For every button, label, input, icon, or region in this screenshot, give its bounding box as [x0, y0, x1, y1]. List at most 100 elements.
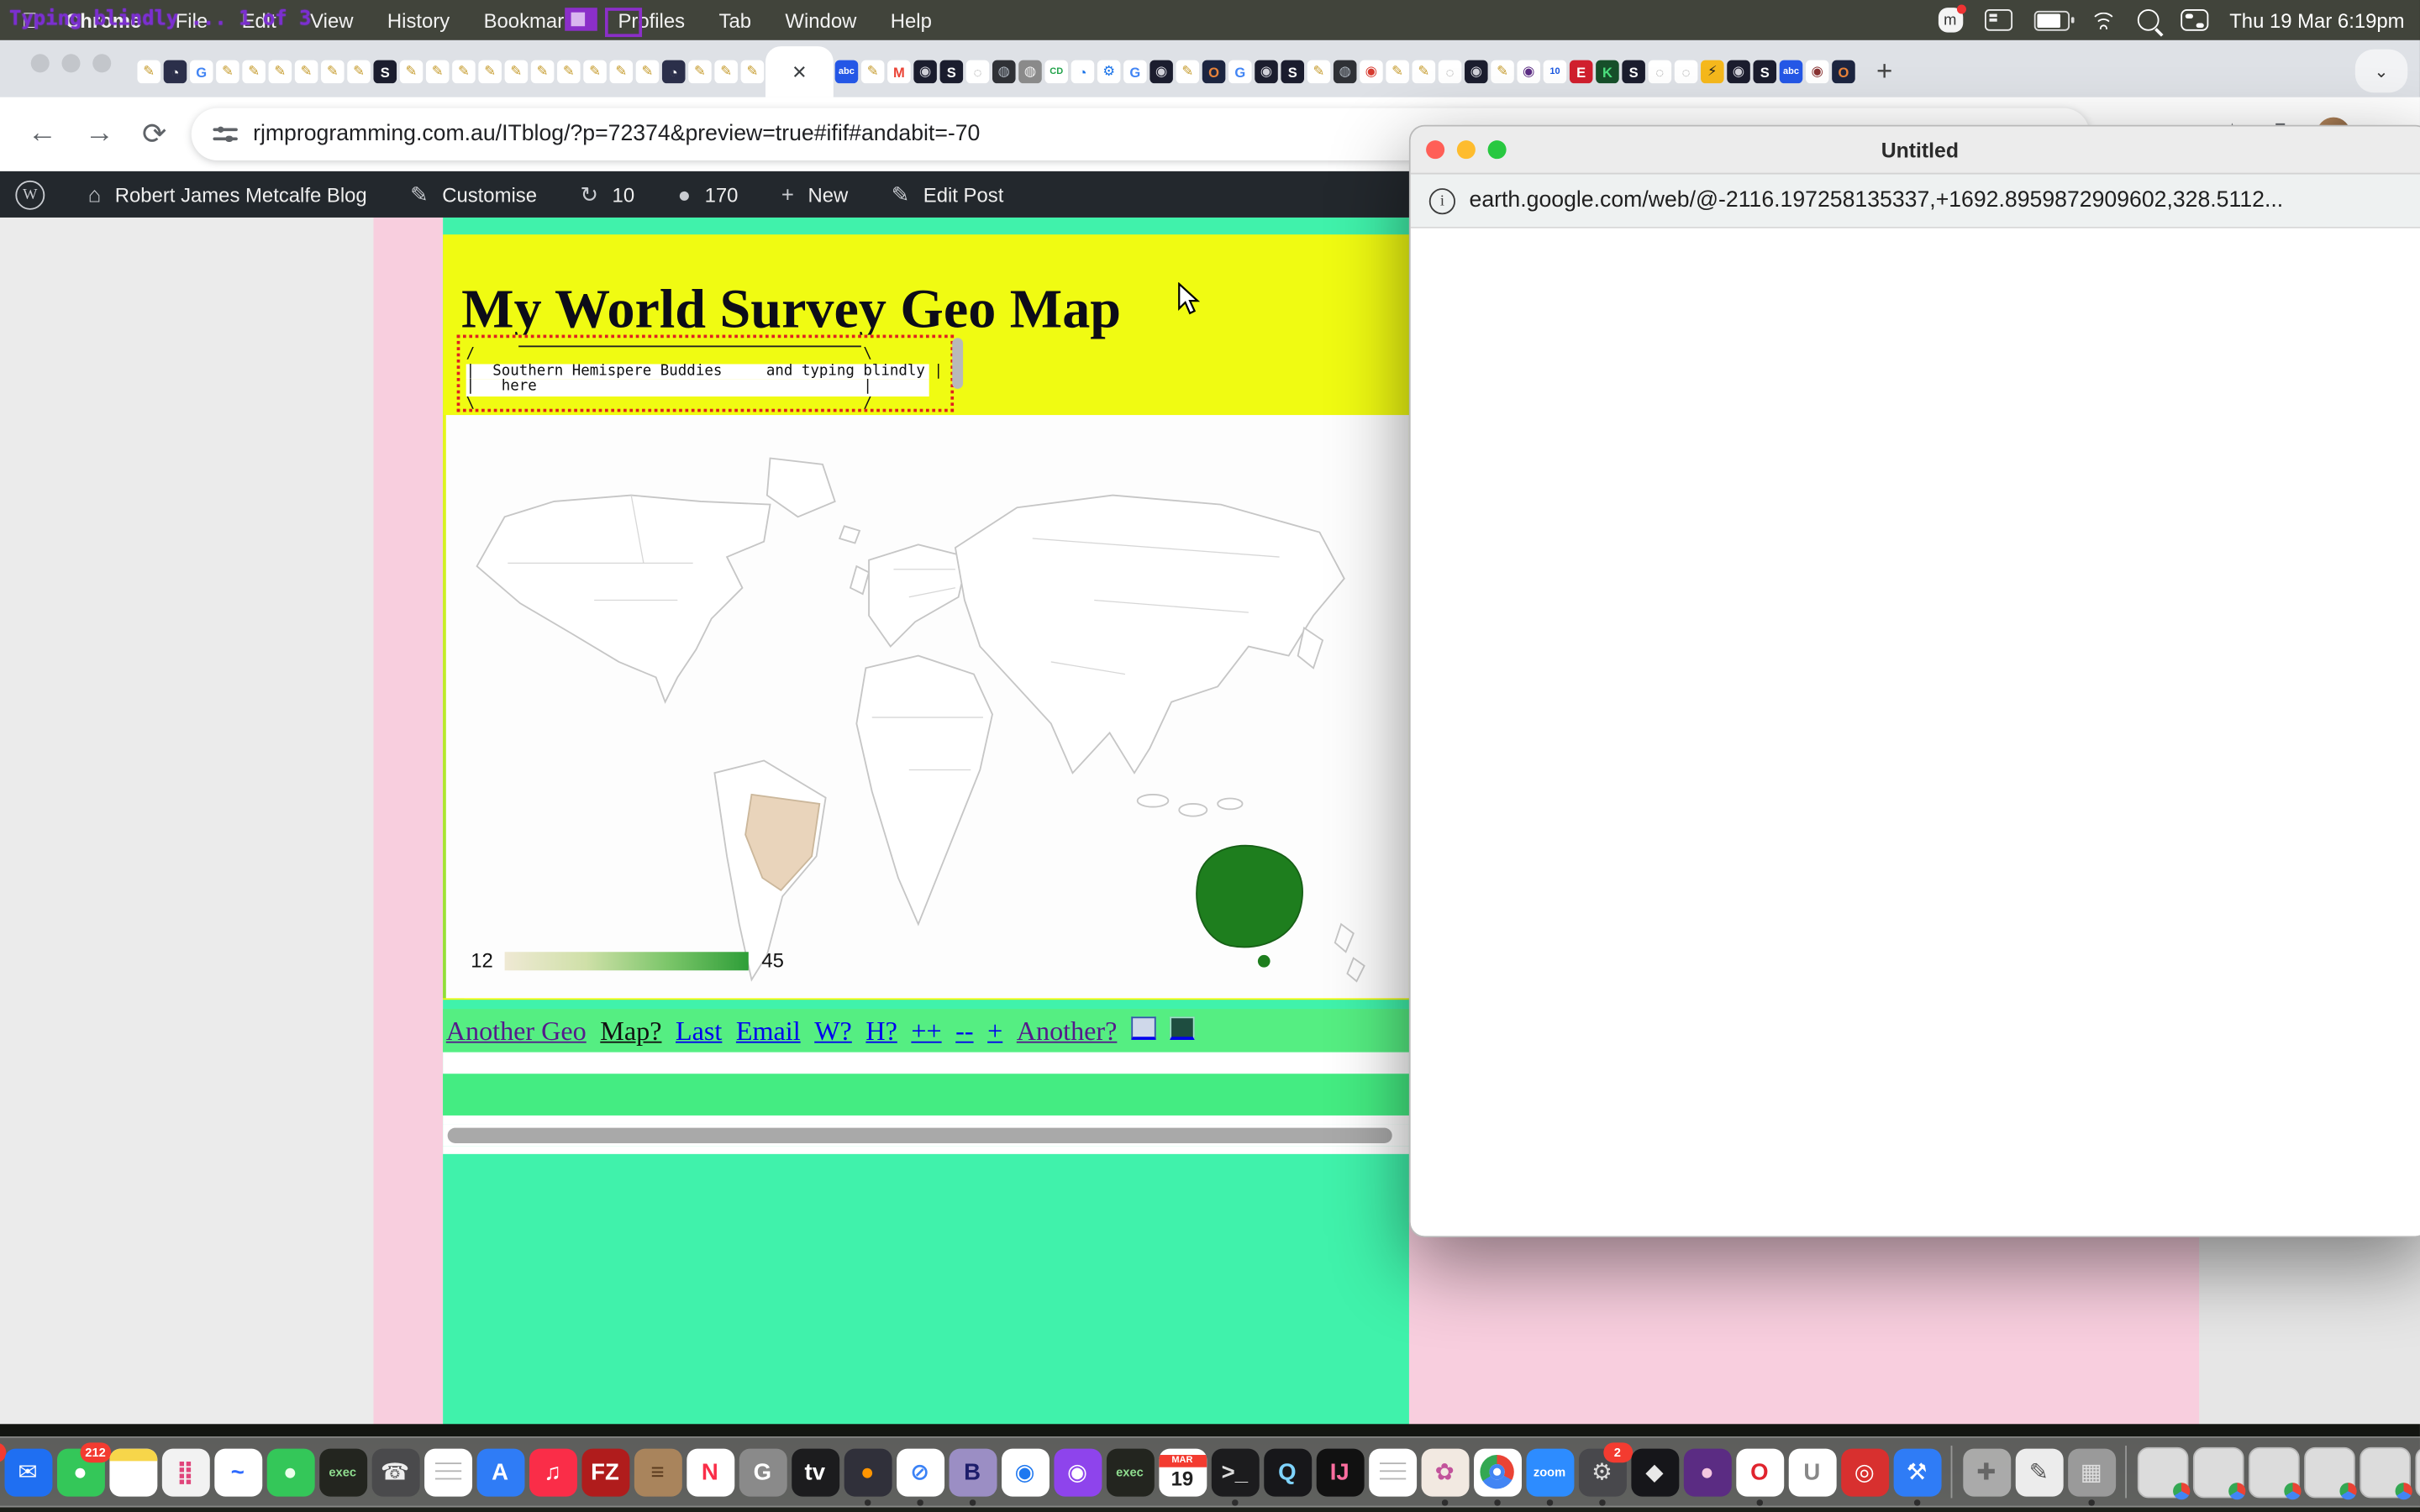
browser-tab[interactable]: ✎ — [450, 50, 476, 93]
dock-quicktime[interactable]: Q — [1263, 1448, 1311, 1496]
browser-tab[interactable]: S — [939, 50, 965, 93]
browser-tab[interactable]: ✎ — [1306, 50, 1332, 93]
dock-tooth-app[interactable]: U — [1788, 1448, 1836, 1496]
control-center-icon[interactable] — [2180, 9, 2207, 31]
dock-mail[interactable]: ✉ — [4, 1448, 52, 1496]
wordpress-logo-icon[interactable]: W — [15, 180, 45, 209]
browser-tab[interactable]: ◉ — [1253, 50, 1279, 93]
dock-minimized-window[interactable] — [2137, 1446, 2188, 1498]
minimize-button[interactable] — [1457, 140, 1476, 159]
browser-tab[interactable]: 10 — [1542, 50, 1568, 93]
browser-tab[interactable]: ◌ — [1673, 50, 1699, 93]
horizontal-scrollbar-track[interactable] — [443, 1125, 1409, 1147]
close-tab-icon[interactable]: ✕ — [792, 61, 807, 83]
browser-tab[interactable]: ✎ — [581, 50, 608, 93]
dock-xcode[interactable]: ⚒ — [1893, 1448, 1941, 1496]
dock-textedit[interactable] — [424, 1448, 471, 1496]
window-traffic-lights[interactable] — [31, 54, 112, 72]
browser-tab[interactable]: G — [1227, 50, 1253, 93]
browser-tab[interactable]: ✎ — [319, 50, 345, 93]
status-app-icon[interactable]: m — [1938, 8, 1962, 32]
dock-bbedit[interactable]: B — [949, 1448, 997, 1496]
wp-customise[interactable]: ✎ Customise — [392, 181, 537, 207]
untitled-traffic-lights[interactable] — [1426, 140, 1507, 159]
dock-blocked-app[interactable]: ⊘ — [896, 1448, 944, 1496]
browser-tab[interactable]: ✎ — [1411, 50, 1437, 93]
dock-minimized-window[interactable] — [2303, 1446, 2354, 1498]
browser-tab[interactable]: ◔ — [660, 50, 687, 93]
link-map[interactable]: Map? — [600, 1015, 661, 1047]
dock-red-badge-app[interactable]: ◎ — [1840, 1448, 1888, 1496]
dock-exec-terminal[interactable]: exec — [318, 1448, 366, 1496]
dock-firefox[interactable]: ● — [844, 1448, 892, 1496]
dock-calendar[interactable]: MAR19 — [1158, 1448, 1206, 1496]
browser-tab[interactable]: ⚙ — [1096, 50, 1122, 93]
browser-tab[interactable]: ✎ — [267, 50, 293, 93]
browser-tab[interactable]: ✎ — [1489, 50, 1515, 93]
menu-bar-clock[interactable]: Thu 19 Mar 6:19pm — [2229, 8, 2404, 32]
browser-tab[interactable]: ◍ — [991, 50, 1017, 93]
link-[interactable]: + — [987, 1015, 1002, 1047]
dock-apple-tv[interactable]: tv — [791, 1448, 839, 1496]
forward-button[interactable]: → — [85, 118, 114, 151]
battery-icon[interactable] — [2033, 10, 2069, 30]
browser-tab[interactable]: ◉ — [1149, 50, 1175, 93]
browser-tab[interactable]: ✎ — [424, 50, 450, 93]
browser-tab[interactable]: ◉ — [1516, 50, 1542, 93]
url-text[interactable]: rjmprogramming.com.au/ITblog/?p=72374&pr… — [253, 122, 980, 146]
geo-map[interactable] — [446, 415, 1409, 998]
dock-opera[interactable]: O — [1735, 1448, 1783, 1496]
browser-tab[interactable]: ◔ — [1070, 50, 1096, 93]
info-icon[interactable]: i — [1429, 187, 1455, 213]
browser-tab[interactable]: ⚡ — [1699, 50, 1725, 93]
dock-music[interactable]: ♫ — [529, 1448, 576, 1496]
browser-tab[interactable]: ✎ — [1385, 50, 1411, 93]
dock-app-store[interactable]: A — [476, 1448, 524, 1496]
browser-tab[interactable]: ✎ — [555, 50, 581, 93]
dock-photo-window[interactable]: ▦ — [2067, 1448, 2115, 1496]
dock-minimized-window[interactable] — [2359, 1446, 2410, 1498]
new-tab-button[interactable]: + — [1866, 53, 1903, 90]
dock-system-settings[interactable]: ⚙2 — [1578, 1448, 1626, 1496]
untitled-titlebar[interactable]: Untitled — [1411, 127, 2420, 175]
browser-tab[interactable]: K — [1594, 50, 1620, 93]
browser-tab[interactable]: ◌ — [1647, 50, 1673, 93]
dock-terminal[interactable]: >_ — [1211, 1448, 1259, 1496]
dock-messages[interactable]: ●212 — [56, 1448, 104, 1496]
browser-tab[interactable]: ✎ — [634, 50, 660, 93]
menu-item-help[interactable]: Help — [891, 8, 932, 32]
browser-tab[interactable]: ✎ — [477, 50, 503, 93]
untitled-url-bar[interactable]: i earth.google.com/web/@-2116.1972581353… — [1411, 175, 2420, 228]
dock-exec-terminal-2[interactable]: exec — [1106, 1448, 1154, 1496]
browser-tab[interactable]: ◉ — [1804, 50, 1830, 93]
back-button[interactable]: ← — [28, 118, 57, 151]
browser-tab[interactable]: ✎ — [503, 50, 529, 93]
browser-tab[interactable]: ✎ — [345, 50, 371, 93]
spotlight-icon[interactable] — [2137, 9, 2159, 31]
link-h[interactable]: H? — [865, 1015, 897, 1047]
browser-tab[interactable]: abc — [834, 50, 860, 93]
dock-inkscape[interactable]: ◆ — [1630, 1448, 1678, 1496]
browser-tab[interactable]: ◉ — [912, 50, 938, 93]
close-button[interactable] — [1426, 140, 1444, 159]
wifi-icon[interactable] — [2091, 11, 2115, 29]
menu-item-view[interactable]: View — [310, 8, 353, 32]
dock-contacts-brown[interactable]: ≡ — [634, 1448, 681, 1496]
browser-tab[interactable]: ◉ — [1358, 50, 1384, 93]
browser-tab[interactable]: ◍ — [1017, 50, 1043, 93]
computer-icon[interactable] — [1170, 1016, 1194, 1039]
link-[interactable]: ++ — [911, 1015, 941, 1047]
wp-site-menu[interactable]: ⌂ Robert James Metcalfe Blog — [70, 182, 367, 207]
browser-tab[interactable]: G — [1122, 50, 1148, 93]
browser-tab[interactable]: S — [1621, 50, 1647, 93]
zoom-button[interactable] — [1488, 140, 1507, 159]
dock-intellij[interactable]: IJ — [1316, 1448, 1364, 1496]
browser-tab[interactable]: ✎ — [136, 50, 162, 93]
dock-launchpad[interactable]: ⣿ — [161, 1448, 209, 1496]
untitled-window[interactable]: Untitled i earth.google.com/web/@-2116.1… — [1409, 125, 2420, 1237]
browser-tab[interactable]: ✎ — [398, 50, 424, 93]
site-settings-icon[interactable] — [213, 125, 237, 144]
horizontal-scrollbar-thumb[interactable] — [448, 1128, 1392, 1143]
reload-button[interactable]: ⟳ — [142, 117, 166, 152]
link-[interactable]: -- — [955, 1015, 973, 1047]
